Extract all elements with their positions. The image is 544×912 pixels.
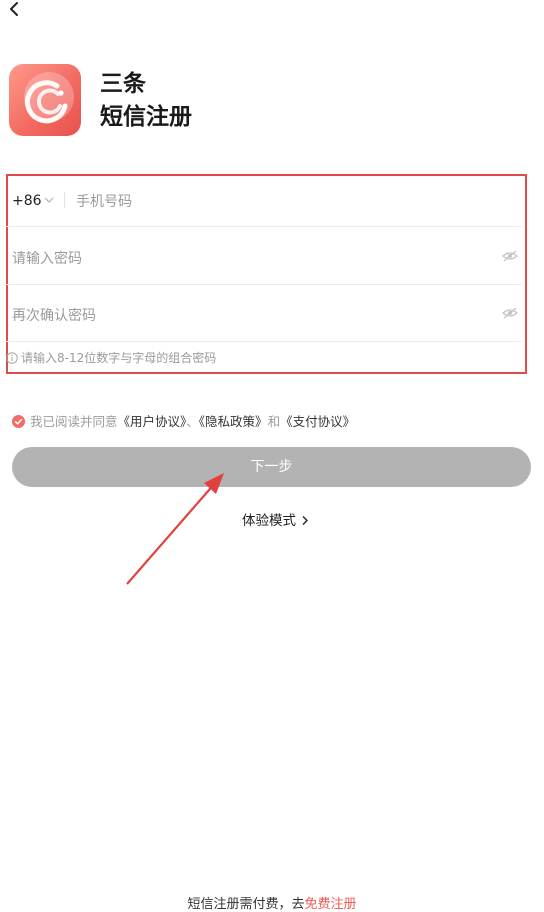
payment-agreement-link[interactable]: 《支付协议》: [280, 414, 355, 429]
chevron-down-icon[interactable]: [44, 196, 54, 204]
agreement-and: 和: [267, 414, 281, 429]
user-agreement-link[interactable]: 《用户协议》: [118, 414, 187, 429]
divider: [64, 192, 65, 208]
password-hint-text: 请输入8-12位数字与字母的组合密码: [21, 351, 217, 365]
page-title: 短信注册: [100, 104, 192, 130]
trial-mode-link[interactable]: 体验模式: [242, 509, 309, 529]
eye-hidden-icon[interactable]: [502, 250, 518, 262]
app-name: 三条: [100, 71, 146, 97]
next-step-button[interactable]: 下一步: [12, 447, 531, 487]
password-row: 请输入密码: [6, 227, 522, 285]
agreement-prefix: 我已阅读并同意: [30, 414, 118, 429]
phone-input[interactable]: 手机号码: [76, 191, 132, 211]
agreement-separator: 、: [186, 414, 199, 429]
eye-hidden-icon[interactable]: [502, 307, 518, 319]
country-code-select[interactable]: +86: [12, 175, 42, 227]
footer-text: 短信注册需付费，去: [187, 897, 305, 912]
confirm-password-input[interactable]: 再次确认密码: [12, 305, 96, 325]
free-register-link[interactable]: 免费注册: [305, 897, 357, 912]
trial-mode-label: 体验模式: [242, 513, 296, 529]
agreement-line: 我已阅读并同意《用户协议》、《隐私政策》和《支付协议》: [12, 413, 355, 431]
app-logo-icon: [9, 64, 81, 136]
divider: [6, 341, 522, 342]
phone-row: +86 手机号码: [6, 175, 522, 227]
chevron-right-icon: [302, 516, 309, 525]
back-chevron-icon[interactable]: [4, 0, 26, 22]
agree-checkbox[interactable]: [12, 415, 25, 428]
check-icon: [14, 418, 23, 425]
confirm-password-row: 再次确认密码: [6, 285, 522, 342]
privacy-policy-link[interactable]: 《隐私政策》: [199, 414, 268, 429]
info-icon: [6, 352, 18, 364]
password-hint: 请输入8-12位数字与字母的组合密码: [6, 350, 216, 366]
password-input[interactable]: 请输入密码: [12, 248, 82, 268]
footer-note: 短信注册需付费，去免费注册: [0, 893, 544, 912]
